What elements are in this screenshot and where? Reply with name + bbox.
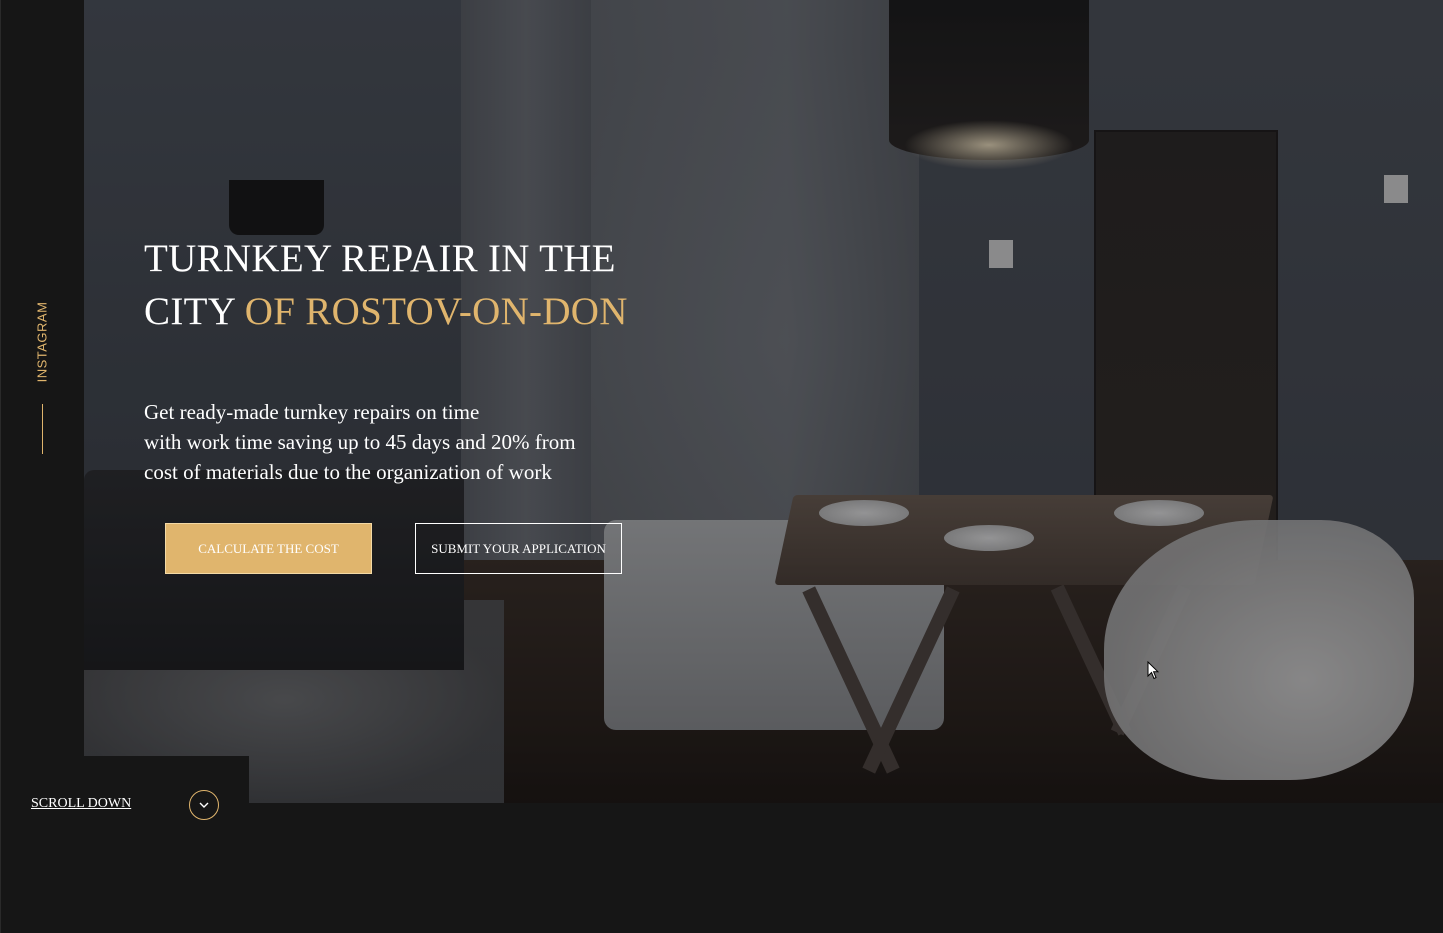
hero-content: TURNKEY REPAIR IN THE CITY OF ROSTOV-ON-… xyxy=(144,232,704,484)
hero-subtext: Get ready-made turnkey repairs on time w… xyxy=(144,397,664,487)
instagram-link[interactable]: INSTAGRAM xyxy=(35,302,50,383)
submit-application-button[interactable]: SUBMIT YOUR APPLICATION xyxy=(415,523,622,574)
headline-line2-accent: OF ROSTOV-ON-DON xyxy=(244,290,628,333)
rail-divider xyxy=(42,404,43,454)
scroll-down-panel: SCROLL DOWN xyxy=(1,756,249,853)
subtext-line-1: Get ready-made turnkey repairs on time xyxy=(144,400,480,424)
subtext-line-3: cost of materials due to the organizatio… xyxy=(144,460,552,484)
landing-page: INSTAGRAM TURNKEY REPAIR IN THE CITY OF … xyxy=(0,0,1443,933)
chevron-down-icon[interactable] xyxy=(189,790,219,820)
mouse-cursor-icon xyxy=(1147,660,1160,685)
hero-headline: TURNKEY REPAIR IN THE CITY OF ROSTOV-ON-… xyxy=(144,232,704,338)
headline-line2-white: CITY xyxy=(144,290,245,333)
left-rail: INSTAGRAM xyxy=(1,0,84,803)
calculate-cost-button[interactable]: CALCULATE THE COST xyxy=(165,523,372,574)
scroll-down-link[interactable]: SCROLL DOWN xyxy=(31,796,131,812)
subtext-line-2: with work time saving up to 45 days and … xyxy=(144,430,576,454)
headline-line1: TURNKEY REPAIR IN THE xyxy=(144,237,616,280)
